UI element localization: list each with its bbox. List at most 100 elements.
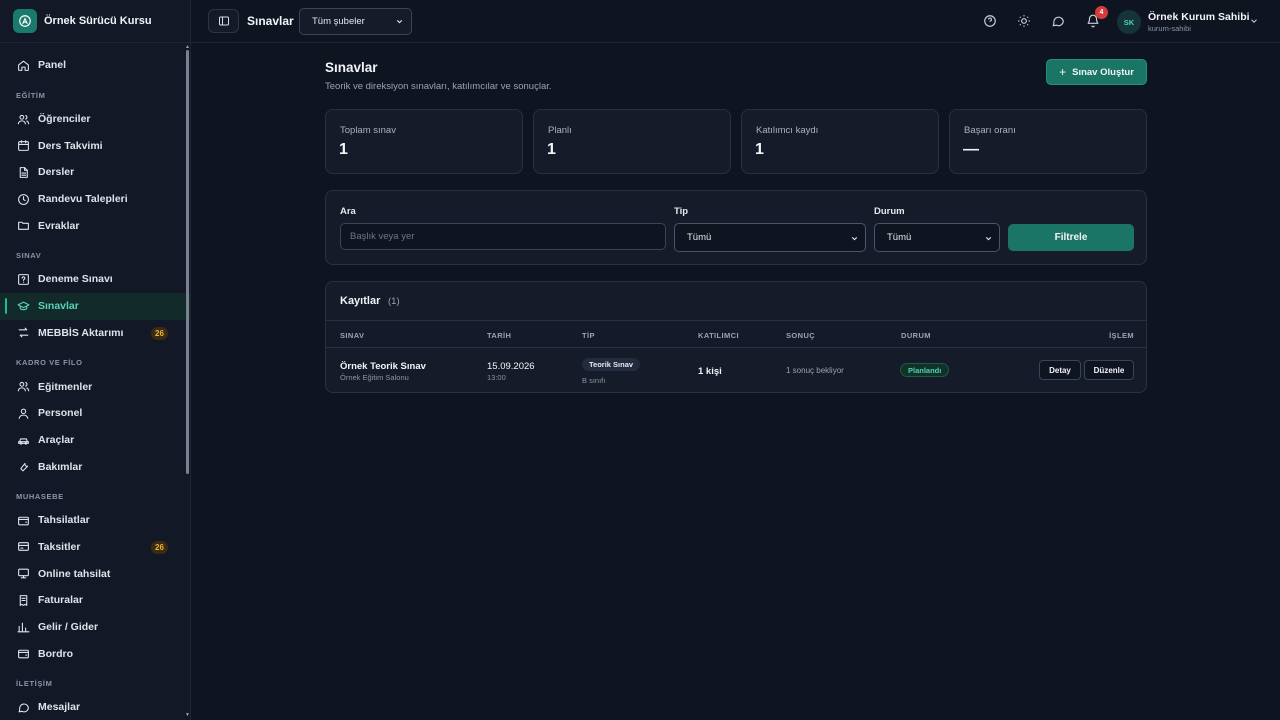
- wallet-icon: [18, 516, 29, 526]
- wallet-icon: [18, 649, 29, 659]
- stat-label: Başarı oranı: [964, 125, 1016, 136]
- sidebar-item-randevu-talepleri[interactable]: Randevu Talepleri: [0, 186, 190, 213]
- sidebar-item-eğitmenler[interactable]: Eğitmenler: [0, 373, 190, 400]
- stat-label: Toplam sınav: [340, 125, 396, 136]
- exam-date: 15.09.2026: [487, 361, 535, 372]
- sidebar-item-öğrenciler[interactable]: Öğrenciler: [0, 106, 190, 133]
- table-row[interactable]: Örnek Teorik Sınav Örnek Eğitim Salonu 1…: [326, 348, 1146, 392]
- home-icon: [18, 60, 29, 71]
- column-header-actions: İŞLEM: [1109, 331, 1134, 340]
- sidebar-item-personel[interactable]: Personel: [0, 400, 190, 427]
- calendar-icon: [18, 140, 29, 152]
- search-input[interactable]: Başlık veya yer: [340, 223, 666, 250]
- car-icon: [18, 438, 29, 446]
- column-header-result: SONUÇ: [786, 331, 816, 340]
- theme-toggle-icon[interactable]: [1017, 14, 1031, 28]
- filter-card: Ara Başlık veya yer Tip Tümü Durum Tümü …: [325, 190, 1147, 265]
- detail-button[interactable]: Detay: [1039, 360, 1081, 380]
- page-title: Sınavlar: [325, 60, 378, 75]
- type-select[interactable]: Tümü: [674, 223, 866, 252]
- sidebar-section-label: İLETİŞİM: [16, 679, 53, 689]
- status-label: Durum: [874, 206, 905, 217]
- sidebar-item-label: Online tahsilat: [38, 567, 111, 580]
- credit-card-icon: [18, 542, 29, 552]
- status-badge: Planlandı: [900, 363, 950, 377]
- stat-label: Katılımcı kaydı: [756, 125, 819, 136]
- sidebar-item-taksitler[interactable]: Taksitler 26: [0, 534, 190, 561]
- sidebar-item-label: Personel: [38, 407, 83, 420]
- notification-badge: 4: [1095, 6, 1108, 19]
- page-subtitle: Teorik ve direksiyon sınavları, katılımc…: [325, 81, 552, 92]
- records-card: Kayıtlar (1) SINAV TARİH TİP KATILIMCI S…: [325, 281, 1147, 393]
- user-role: kurum-sahibi: [1148, 24, 1191, 33]
- branch-select[interactable]: Tüm şubeler: [299, 8, 412, 35]
- sidebar-item-label: Faturalar: [38, 594, 83, 607]
- sidebar-item-ders-takvimi[interactable]: Ders Takvimi: [0, 132, 190, 159]
- status-select[interactable]: Tümü: [874, 223, 1000, 252]
- graduation-cap-icon: [17, 301, 30, 310]
- count-badge: 26: [151, 326, 168, 340]
- exam-time: 13:00: [487, 373, 506, 382]
- sidebar-item-label: Gelir / Gider: [38, 621, 99, 634]
- sidebar-item-label: Öğrenciler: [38, 113, 91, 126]
- wrench-icon: [20, 462, 29, 472]
- license-class: B sınıfı: [582, 376, 606, 385]
- brand[interactable]: Örnek Sürücü Kursu: [0, 0, 190, 43]
- stat-label: Planlı: [548, 125, 572, 136]
- document-icon: [19, 166, 28, 178]
- sidebar-scrollbar[interactable]: [186, 50, 189, 474]
- sidebar-item-tahsilatlar[interactable]: Tahsilatlar: [0, 507, 190, 534]
- avatar[interactable]: SK: [1117, 10, 1141, 34]
- type-badge: Teorik Sınav: [582, 358, 641, 371]
- topbar: Sınavlar Tüm şubeler 4 SK Örnek Kurum Sa…: [191, 0, 1280, 43]
- table-header: SINAV TARİH TİP KATILIMCI SONUÇ DURUM İŞ…: [326, 320, 1146, 348]
- receipt-icon: [19, 594, 28, 606]
- help-icon[interactable]: [983, 14, 997, 28]
- sidebar-item-label: Araçlar: [38, 433, 75, 446]
- stat-card-success-rate: Başarı oranı —: [949, 109, 1147, 174]
- sidebar-toggle-icon: [218, 16, 229, 26]
- sidebar-item-gelir-gider[interactable]: Gelir / Gider: [0, 614, 190, 641]
- sidebar-item-bakımlar[interactable]: Bakımlar: [0, 453, 190, 480]
- chevron-down-icon: [396, 19, 403, 24]
- filter-button[interactable]: Filtrele: [1008, 224, 1134, 251]
- stat-card-planned: Planlı 1: [533, 109, 731, 174]
- sidebar-item-label: Taksitler: [38, 540, 81, 553]
- sidebar-item-label: Mesajlar: [38, 701, 81, 714]
- edit-button[interactable]: Düzenle: [1084, 360, 1134, 380]
- exam-name[interactable]: Örnek Teorik Sınav: [340, 361, 426, 372]
- sidebar-item-panel[interactable]: Panel: [0, 52, 190, 79]
- sidebar-item-bordro[interactable]: Bordro: [0, 640, 190, 667]
- chevron-down-icon[interactable]: [1249, 16, 1259, 26]
- sidebar-item-mesajlar[interactable]: Mesajlar: [0, 694, 190, 720]
- create-exam-button[interactable]: + Sınav Oluştur: [1046, 59, 1147, 85]
- chevron-down-icon: [985, 236, 992, 241]
- transfer-icon: [18, 327, 29, 338]
- user-name[interactable]: Örnek Kurum Sahibi: [1148, 11, 1250, 23]
- create-exam-label: Sınav Oluştur: [1072, 66, 1134, 78]
- user-icon: [18, 408, 29, 419]
- sidebar-item-label: Dersler: [38, 166, 75, 179]
- sidebar-item-araçlar[interactable]: Araçlar: [0, 427, 190, 454]
- sidebar-item-label: Bordro: [38, 647, 73, 660]
- sidebar-section-label: MUHASEBE: [16, 491, 64, 501]
- sidebar-item-sınavlar[interactable]: Sınavlar: [0, 292, 190, 320]
- message-icon[interactable]: [1051, 14, 1065, 28]
- sidebar-toggle-button[interactable]: [208, 9, 239, 33]
- scroll-down-icon[interactable]: ▼: [185, 712, 190, 718]
- sidebar-item-evraklar[interactable]: Evraklar: [0, 212, 190, 239]
- exam-place: Örnek Eğitim Salonu: [340, 373, 409, 382]
- column-header-participants: KATILIMCI: [698, 331, 739, 340]
- count-badge: 26: [151, 540, 168, 554]
- topbar-title: Sınavlar: [247, 14, 294, 28]
- sidebar-item-dersler[interactable]: Dersler: [0, 159, 190, 186]
- sidebar-item-mebbi-s-aktarımı[interactable]: MEBBİS Aktarımı 26: [0, 320, 190, 347]
- stat-card-total: Toplam sınav 1: [325, 109, 523, 174]
- plus-icon: +: [1059, 65, 1067, 79]
- folder-icon: [18, 221, 29, 231]
- sidebar-item-faturalar[interactable]: Faturalar: [0, 587, 190, 614]
- sidebar-item-label: Randevu Talepleri: [38, 193, 128, 206]
- sidebar-item-online-tahsilat[interactable]: Online tahsilat: [0, 560, 190, 587]
- sidebar-item-deneme-sınavı[interactable]: Deneme Sınavı: [0, 266, 190, 293]
- brand-logo-icon: [13, 9, 37, 33]
